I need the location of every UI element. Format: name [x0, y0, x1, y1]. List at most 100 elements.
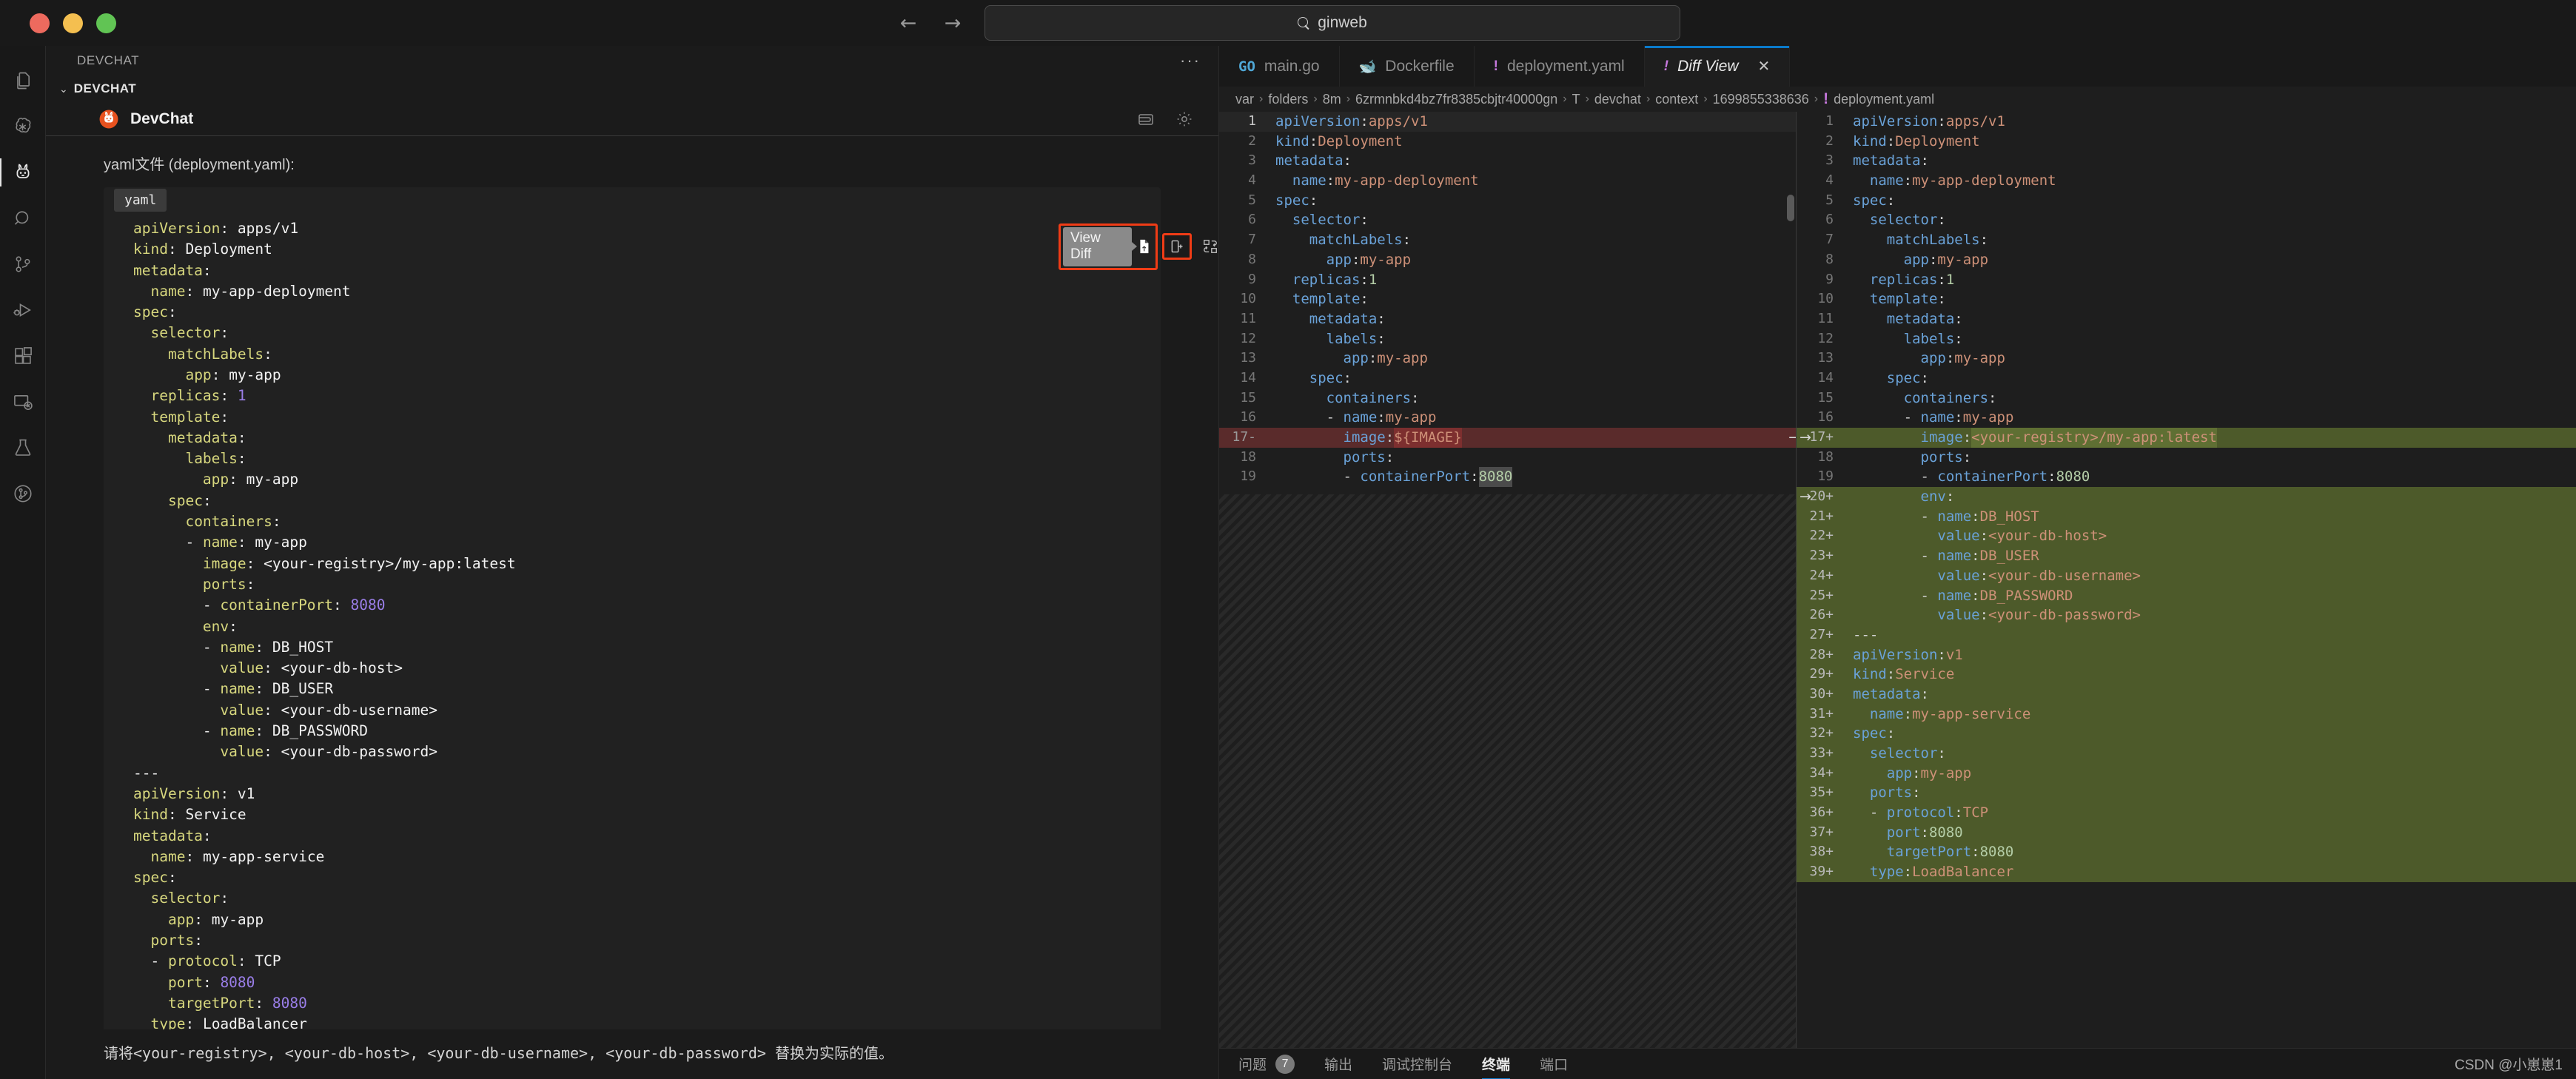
diff-line-left-2[interactable]: 2kind: Deployment — [1219, 132, 1796, 152]
diff-line-right-7[interactable]: 7 matchLabels: — [1797, 230, 2576, 250]
activity-openai[interactable] — [0, 104, 46, 149]
panel-tab-1[interactable]: 输出 — [1324, 1049, 1352, 1079]
activity-testing[interactable] — [0, 425, 46, 471]
diff-line-right-5[interactable]: 5spec: — [1797, 191, 2576, 211]
diff-line-right-22+[interactable]: 22+ value: <your-db-host> — [1797, 526, 2576, 546]
diff-line-left-10[interactable]: 10 template: — [1219, 289, 1796, 309]
diff-line-right-15[interactable]: 15 containers: — [1797, 389, 2576, 409]
sidebar-more-actions-icon[interactable]: ··· — [1180, 56, 1201, 65]
activity-extensions[interactable] — [0, 333, 46, 379]
editor-tab-2[interactable]: !deployment.yaml — [1475, 46, 1645, 87]
breadcrumb-item-6[interactable]: context — [1655, 92, 1698, 107]
diff-line-right-16[interactable]: 16 - name: my-app — [1797, 408, 2576, 428]
diff-change-arrow[interactable]: → — [1799, 487, 1811, 507]
diff-line-right-21+[interactable]: 21+ - name: DB_HOST — [1797, 507, 2576, 527]
diff-line-right-10[interactable]: 10 template: — [1797, 289, 2576, 309]
diff-line-right-33+[interactable]: 33+ selector: — [1797, 744, 2576, 764]
activity-remote-explorer[interactable] — [0, 379, 46, 425]
diff-line-right-25+[interactable]: 25+ - name: DB_PASSWORD — [1797, 586, 2576, 606]
diff-line-right-32+[interactable]: 32+spec: — [1797, 724, 2576, 744]
panel-tab-4[interactable]: 端口 — [1540, 1049, 1568, 1079]
diff-line-left-14[interactable]: 14 spec: — [1219, 369, 1796, 389]
replace-icon[interactable] — [1202, 238, 1218, 255]
diff-line-right-24+[interactable]: 24+ value: <your-db-username> — [1797, 566, 2576, 586]
panel-tab-3[interactable]: 终端 — [1482, 1049, 1510, 1079]
insert-file-icon[interactable] — [1135, 237, 1153, 256]
diff-line-right-31+[interactable]: 31+ name: my-app-service — [1797, 705, 2576, 725]
diff-line-left-13[interactable]: 13 app: my-app — [1219, 349, 1796, 369]
nav-back-icon[interactable]: ← — [896, 13, 921, 33]
diff-line-right-35+[interactable]: 35+ ports: — [1797, 783, 2576, 803]
diff-modified-pane[interactable]: 1apiVersion: apps/v12kind: Deployment3me… — [1797, 112, 2576, 1048]
diff-line-right-4[interactable]: 4 name: my-app-deployment — [1797, 171, 2576, 191]
activity-search[interactable] — [0, 195, 46, 241]
diff-line-left-16[interactable]: 16 - name: my-app — [1219, 408, 1796, 428]
breadcrumb-item-2[interactable]: 8m — [1323, 92, 1341, 107]
diff-change-arrow[interactable]: → — [1799, 428, 1811, 448]
diff-line-right-2[interactable]: 2kind: Deployment — [1797, 132, 2576, 152]
diff-line-left-1[interactable]: 1apiVersion: apps/v1 — [1219, 112, 1796, 132]
quick-input-search[interactable]: ginweb — [985, 5, 1680, 41]
diff-line-right-20+[interactable]: 20+ env: — [1797, 487, 2576, 507]
diff-line-right-23+[interactable]: 23+ - name: DB_USER — [1797, 546, 2576, 566]
breadcrumb-item-4[interactable]: T — [1572, 92, 1580, 107]
diff-line-left-17-[interactable]: 17- image: ${IMAGE} — [1219, 428, 1796, 448]
close-icon[interactable]: ✕ — [1758, 57, 1771, 75]
gear-icon[interactable] — [1175, 110, 1193, 128]
editor-tab-1[interactable]: 🐋Dockerfile — [1340, 46, 1475, 87]
diff-line-left-12[interactable]: 12 labels: — [1219, 329, 1796, 349]
editor-tab-0[interactable]: GOmain.go — [1219, 46, 1340, 87]
activity-run-debug[interactable] — [0, 287, 46, 333]
diff-line-right-18[interactable]: 18 ports: — [1797, 448, 2576, 468]
diff-original-scrollbar[interactable] — [1787, 195, 1794, 221]
diff-change-arrow[interactable]: → — [1788, 428, 1797, 448]
diff-line-right-30+[interactable]: 30+metadata: — [1797, 685, 2576, 705]
new-file-icon[interactable] — [1167, 237, 1187, 256]
activity-explorer[interactable] — [0, 58, 46, 104]
diff-line-left-7[interactable]: 7 matchLabels: — [1219, 230, 1796, 250]
diff-line-right-13[interactable]: 13 app: my-app — [1797, 349, 2576, 369]
activity-source-control[interactable] — [0, 241, 46, 287]
diff-line-left-6[interactable]: 6 selector: — [1219, 210, 1796, 230]
diff-line-left-5[interactable]: 5spec: — [1219, 191, 1796, 211]
panel-tab-2[interactable]: 调试控制台 — [1382, 1049, 1452, 1079]
breadcrumb-item-3[interactable]: 6zrmnbkd4bz7fr8385cbjtr40000gn — [1355, 92, 1557, 107]
wallet-icon[interactable] — [1137, 110, 1155, 128]
diff-line-right-17+[interactable]: 17+ image: <your-registry>/my-app:latest — [1797, 428, 2576, 448]
diff-line-right-3[interactable]: 3metadata: — [1797, 151, 2576, 171]
diff-line-left-9[interactable]: 9 replicas: 1 — [1219, 270, 1796, 290]
sidebar-section-header[interactable]: ⌄ DEVCHAT — [46, 75, 1218, 102]
diff-line-right-14[interactable]: 14 spec: — [1797, 369, 2576, 389]
diff-line-left-4[interactable]: 4 name: my-app-deployment — [1219, 171, 1796, 191]
editor-tab-3[interactable]: !Diff View✕ — [1645, 46, 1791, 87]
breadcrumb-item-1[interactable]: folders — [1268, 92, 1308, 107]
breadcrumb-item-7[interactable]: 1699855338636 — [1713, 92, 1809, 107]
diff-line-left-15[interactable]: 15 containers: — [1219, 389, 1796, 409]
breadcrumb-file[interactable]: deployment.yaml — [1834, 92, 1934, 107]
diff-line-right-28+[interactable]: 28+apiVersion: v1 — [1797, 645, 2576, 665]
panel-tab-0[interactable]: 问题7 — [1238, 1049, 1295, 1079]
diff-line-right-9[interactable]: 9 replicas: 1 — [1797, 270, 2576, 290]
diff-line-right-39+[interactable]: 39+ type: LoadBalancer — [1797, 862, 2576, 882]
nav-forward-icon[interactable]: → — [940, 13, 965, 33]
diff-line-right-8[interactable]: 8 app: my-app — [1797, 250, 2576, 270]
diff-line-right-6[interactable]: 6 selector: — [1797, 210, 2576, 230]
breadcrumb-item-5[interactable]: devchat — [1594, 92, 1641, 107]
diff-original-pane[interactable]: 1apiVersion: apps/v12kind: Deployment3me… — [1219, 112, 1797, 1048]
diff-line-right-38+[interactable]: 38+ targetPort: 8080 — [1797, 842, 2576, 862]
diff-line-left-18[interactable]: 18 ports: — [1219, 448, 1796, 468]
diff-line-right-12[interactable]: 12 labels: — [1797, 329, 2576, 349]
diff-line-right-36+[interactable]: 36+ - protocol: TCP — [1797, 803, 2576, 823]
diff-line-right-26+[interactable]: 26+ value: <your-db-password> — [1797, 605, 2576, 625]
diff-line-right-1[interactable]: 1apiVersion: apps/v1 — [1797, 112, 2576, 132]
diff-line-right-29+[interactable]: 29+kind: Service — [1797, 665, 2576, 685]
diff-line-right-11[interactable]: 11 metadata: — [1797, 309, 2576, 329]
diff-line-left-3[interactable]: 3metadata: — [1219, 151, 1796, 171]
diff-line-right-34+[interactable]: 34+ app: my-app — [1797, 764, 2576, 784]
diff-line-left-8[interactable]: 8 app: my-app — [1219, 250, 1796, 270]
diff-line-left-11[interactable]: 11 metadata: — [1219, 309, 1796, 329]
breadcrumb-item-0[interactable]: var — [1235, 92, 1254, 107]
diff-line-right-27+[interactable]: 27+--- — [1797, 625, 2576, 645]
activity-devchat[interactable] — [0, 149, 46, 195]
diff-line-right-19[interactable]: 19 - containerPort: 8080 — [1797, 467, 2576, 487]
